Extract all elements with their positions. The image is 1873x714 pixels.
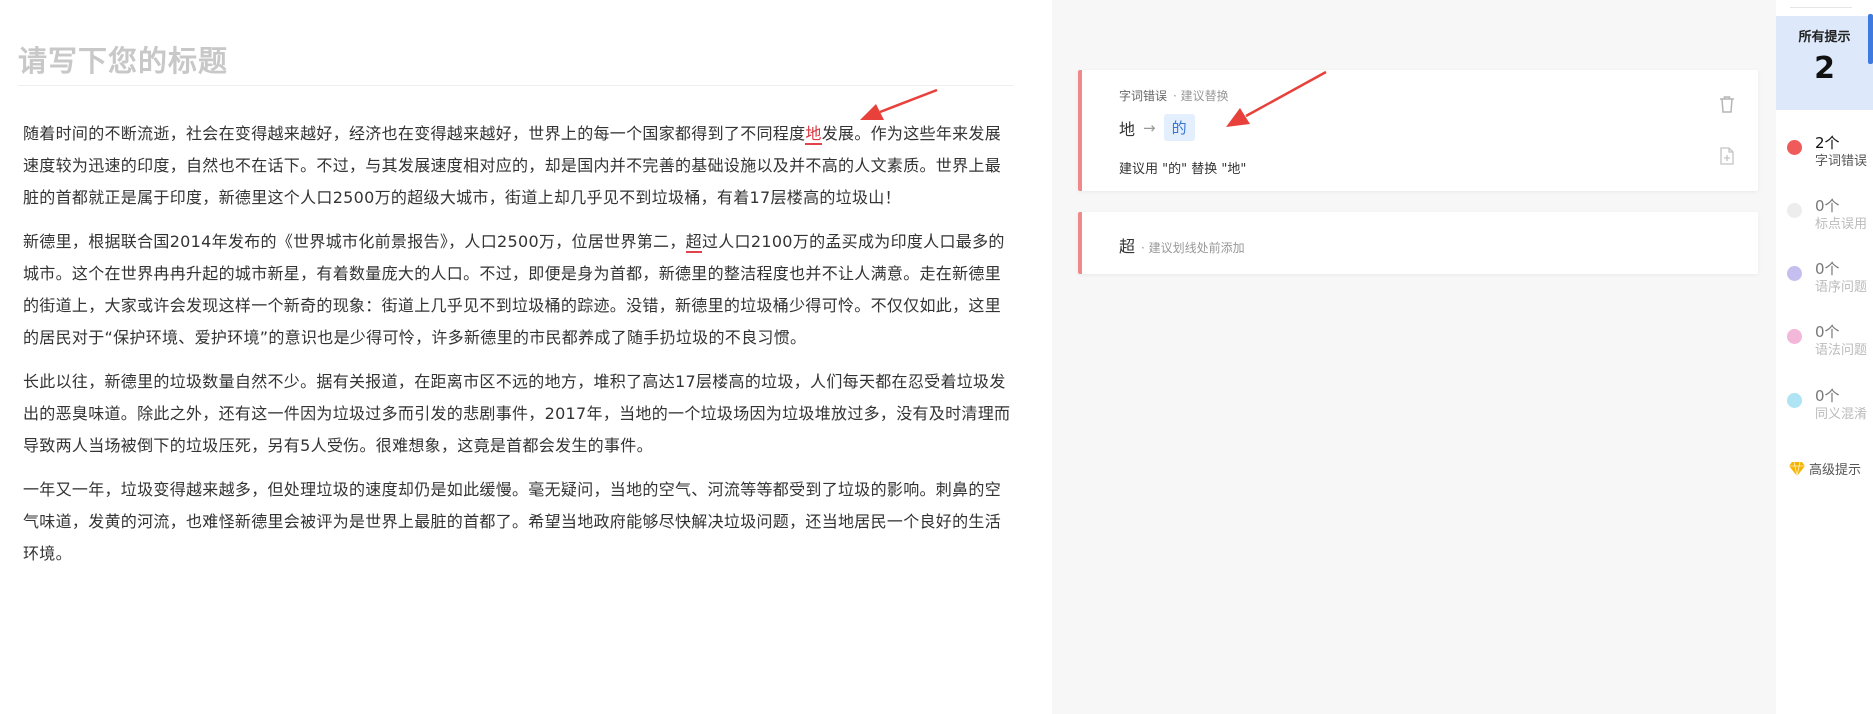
stat-name: 语序问题 [1815, 280, 1868, 295]
stat-name: 同义混淆 [1815, 407, 1868, 422]
text-run: 随着时间的不断流逝，社会在变得越来越好，经济也在变得越来越好，世界上的每一个国家… [23, 124, 806, 143]
stat-dot-icon [1787, 266, 1802, 281]
editor-area: 请写下您的标题 随着时间的不断流逝，社会在变得越来越好，经济也在变得越来越好，世… [0, 0, 1052, 714]
suggestion-card-typo[interactable]: 字词错误 · 建议替换 地 → 的 建议用 "的" 替换 "地" [1078, 70, 1758, 191]
add-to-dictionary-icon[interactable] [1718, 146, 1736, 166]
paragraph: 随着时间的不断流逝，社会在变得越来越好，经济也在变得越来越好，世界上的每一个国家… [23, 118, 1015, 214]
document-body[interactable]: 随着时间的不断流逝，社会在变得越来越好，经济也在变得越来越好，世界上的每一个国家… [23, 118, 1015, 582]
gem-icon [1789, 461, 1805, 476]
flagged-word[interactable]: 地 [805, 124, 822, 145]
text-run: 一年又一年，垃圾变得越来越多，但处理垃圾的速度却仍是如此缓慢。毫无疑问，当地的空… [23, 480, 1002, 563]
original-word: 地 [1119, 119, 1136, 139]
trash-icon[interactable] [1718, 94, 1736, 114]
insert-hint-line: 超 · 建议划线处前添加 [1119, 233, 1245, 257]
category-label: 字词错误 [1119, 89, 1168, 103]
stat-item[interactable]: 0个 语法问题 [1784, 319, 1872, 369]
stats-rail: 所有提示 2 2个 字词错误 0个 标点误用 0个 语序问题 0个 语法问题 0个 同义混淆 高级… [1776, 0, 1873, 714]
premium-hints-button[interactable]: 高级提示 [1788, 459, 1861, 478]
all-hints-label: 所有提示 [1798, 30, 1851, 45]
title-input[interactable]: 请写下您的标题 [18, 38, 1013, 86]
rail-scroll-handle[interactable] [1868, 14, 1873, 64]
insert-hint: · 建议划线处前添加 [1141, 241, 1245, 255]
stat-name: 标点误用 [1815, 217, 1868, 232]
suggestion-advice: 建议用 "的" 替换 "地" [1119, 162, 1247, 177]
replacement-line: 地 → 的 [1119, 114, 1195, 141]
stat-item[interactable]: 2个 字词错误 [1784, 130, 1872, 180]
paragraph: 长此以往，新德里的垃圾数量自然不少。据有关报道，在距离市区不远的地方，堆积了高达… [23, 366, 1015, 462]
stat-name: 语法问题 [1815, 343, 1868, 358]
stat-item[interactable]: 0个 同义混淆 [1784, 383, 1872, 433]
all-hints-count: 2 [1814, 51, 1835, 86]
text-run: 长此以往，新德里的垃圾数量自然不少。据有关报道，在距离市区不远的地方，堆积了高达… [23, 372, 1011, 455]
stat-name: 字词错误 [1815, 154, 1868, 169]
rail-divider [1790, 0, 1852, 8]
text-run: 新德里，根据联合国2014年发布的《世界城市化前景报告》，人口2500万，位居世… [23, 232, 686, 251]
paragraph: 新德里，根据联合国2014年发布的《世界城市化前景报告》，人口2500万，位居世… [23, 226, 1015, 354]
replacement-word-button[interactable]: 的 [1163, 114, 1195, 141]
stat-dot-icon [1787, 140, 1802, 155]
suggestion-category: 字词错误 · 建议替换 [1119, 87, 1229, 104]
stat-dot-icon [1787, 203, 1802, 218]
flagged-word[interactable]: 超 [685, 232, 702, 253]
stat-item[interactable]: 0个 语序问题 [1784, 256, 1872, 306]
paragraph: 一年又一年，垃圾变得越来越多，但处理垃圾的速度却仍是如此缓慢。毫无疑问，当地的空… [23, 474, 1015, 570]
stat-item[interactable]: 0个 标点误用 [1784, 193, 1872, 243]
action-label: · 建议替换 [1173, 89, 1229, 103]
stat-dot-icon [1787, 393, 1802, 408]
all-hints-tab[interactable]: 所有提示 2 [1776, 16, 1873, 110]
suggestion-card-insert[interactable]: 超 · 建议划线处前添加 [1078, 212, 1758, 274]
arrow-right-icon: → [1143, 118, 1156, 137]
premium-hints-label: 高级提示 [1809, 463, 1862, 478]
stat-dot-icon [1787, 329, 1802, 344]
target-word: 超 [1119, 237, 1136, 256]
suggestion-panel: 字词错误 · 建议替换 地 → 的 建议用 "的" 替换 "地" 超 · 建议划线处… [1052, 0, 1776, 714]
